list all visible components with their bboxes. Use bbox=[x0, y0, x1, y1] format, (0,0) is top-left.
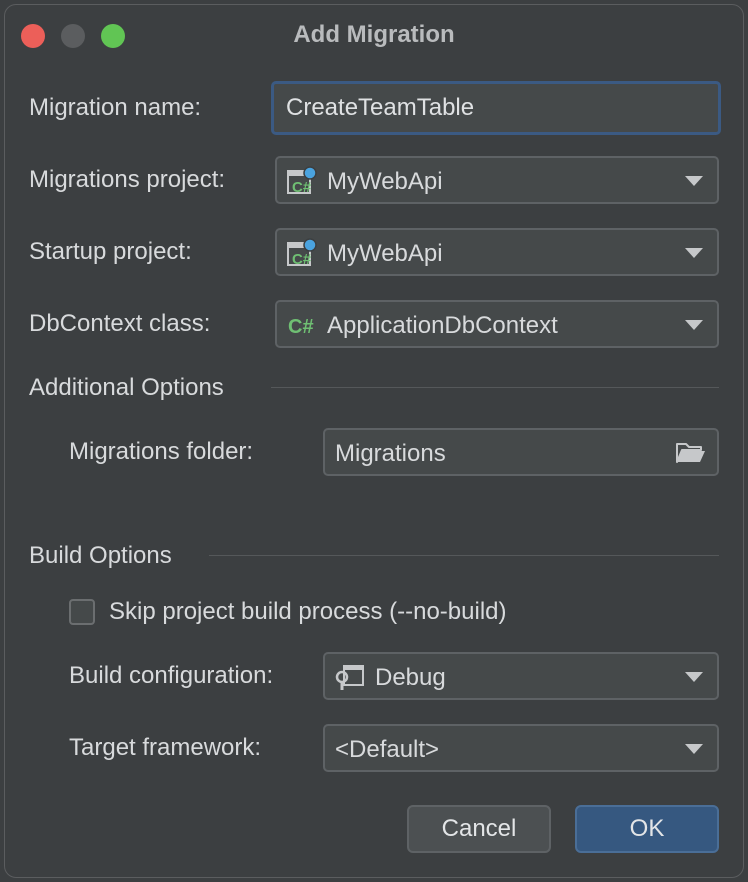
dialog-title: Add Migration bbox=[293, 21, 455, 48]
section-divider bbox=[271, 387, 719, 388]
startup-project-value: MyWebApi bbox=[327, 240, 443, 267]
chevron-down-icon bbox=[685, 176, 703, 186]
dbcontext-value: ApplicationDbContext bbox=[327, 312, 558, 339]
section-divider bbox=[209, 555, 719, 556]
dbcontext-dropdown[interactable]: C# ApplicationDbContext bbox=[275, 300, 719, 348]
csharp-project-icon: C# bbox=[287, 238, 317, 268]
startup-project-label: Startup project: bbox=[29, 238, 192, 265]
csharp-project-icon: C# bbox=[287, 166, 317, 196]
ok-button[interactable]: OK bbox=[575, 805, 719, 853]
chevron-down-icon bbox=[685, 248, 703, 258]
chevron-down-icon bbox=[685, 672, 703, 682]
title-bar: Add Migration bbox=[5, 5, 743, 63]
migration-name-input[interactable] bbox=[271, 81, 721, 135]
chevron-down-icon bbox=[685, 744, 703, 754]
build-configuration-dropdown[interactable]: Debug bbox=[323, 652, 719, 700]
csharp-class-icon: C# bbox=[288, 316, 314, 338]
skip-build-label[interactable]: Skip project build process (--no-build) bbox=[109, 598, 507, 626]
migration-name-label: Migration name: bbox=[29, 94, 202, 121]
chevron-down-icon bbox=[685, 320, 703, 330]
run-configuration-icon bbox=[335, 665, 364, 690]
build-configuration-value: Debug bbox=[375, 664, 446, 691]
migrations-folder-label: Migrations folder: bbox=[69, 438, 254, 465]
cancel-button[interactable]: Cancel bbox=[407, 805, 551, 853]
svg-text:C#: C# bbox=[288, 316, 314, 338]
migrations-project-label: Migrations project: bbox=[29, 166, 226, 193]
migrations-project-dropdown[interactable]: C# MyWebApi bbox=[275, 156, 719, 204]
skip-build-checkbox[interactable] bbox=[69, 599, 95, 625]
startup-project-dropdown[interactable]: C# MyWebApi bbox=[275, 228, 719, 276]
svg-text:C#: C# bbox=[292, 179, 312, 196]
target-framework-label: Target framework: bbox=[69, 734, 262, 761]
dbcontext-label: DbContext class: bbox=[29, 310, 211, 337]
additional-options-heading: Additional Options bbox=[29, 374, 224, 401]
migrations-folder-value: Migrations bbox=[335, 440, 446, 467]
folder-open-icon[interactable] bbox=[675, 441, 707, 465]
target-framework-value: <Default> bbox=[335, 736, 440, 763]
target-framework-dropdown[interactable]: <Default> bbox=[323, 724, 719, 772]
add-migration-dialog: Add Migration Migration name: Migrations… bbox=[4, 4, 744, 878]
svg-text:C#: C# bbox=[292, 251, 312, 268]
migrations-folder-field[interactable]: Migrations bbox=[323, 428, 719, 476]
build-options-heading: Build Options bbox=[29, 542, 172, 569]
migrations-project-value: MyWebApi bbox=[327, 168, 443, 195]
build-configuration-label: Build configuration: bbox=[69, 662, 274, 689]
